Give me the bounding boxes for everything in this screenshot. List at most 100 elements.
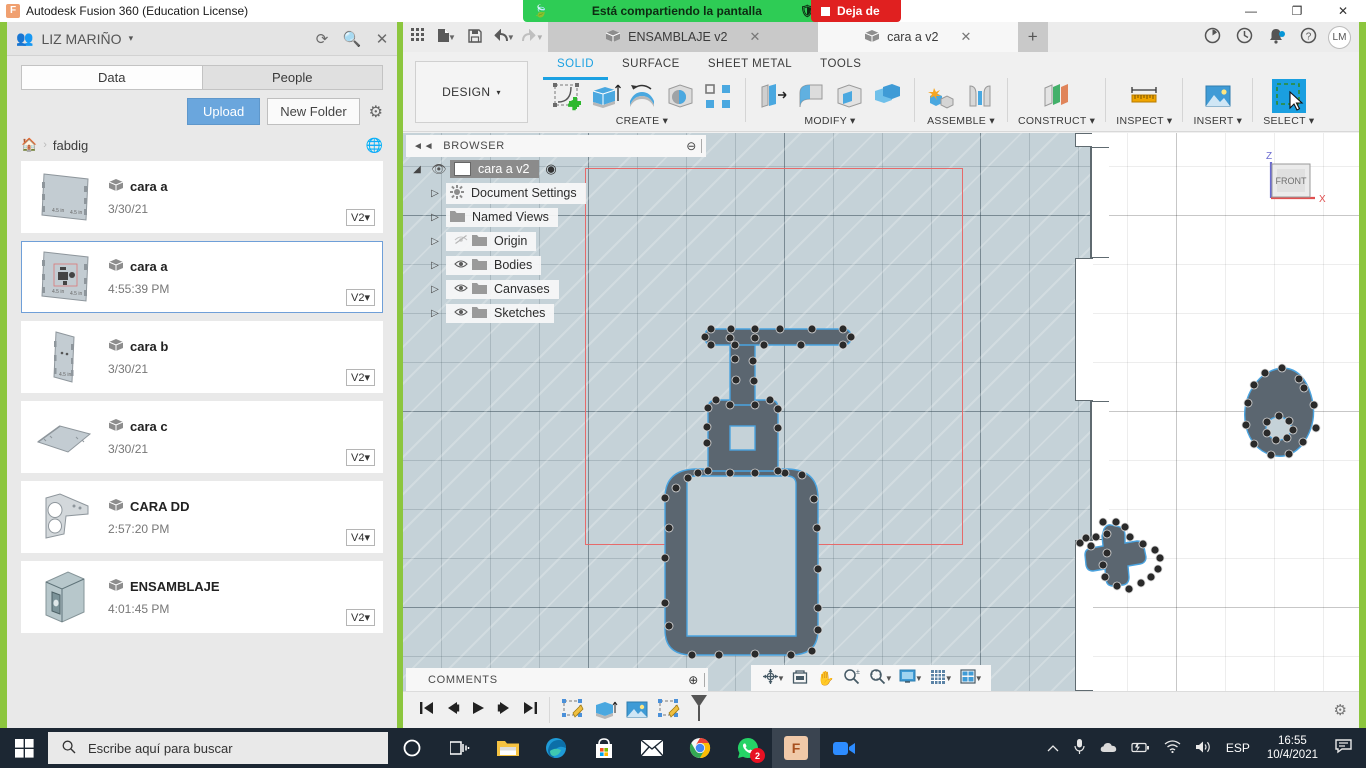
workspace-switcher-button[interactable]: DESIGN ▾	[415, 61, 528, 123]
refresh-icon[interactable]: ⟳	[307, 30, 337, 48]
browser-node-row[interactable]: ▷ Document Settings	[406, 181, 706, 205]
task-view-icon[interactable]	[436, 728, 484, 768]
home-icon[interactable]: 🏠	[21, 137, 37, 153]
gear-icon[interactable]: ⚙	[369, 102, 383, 122]
doc-tab-cara-a[interactable]: cara a v2 ✕	[817, 22, 1018, 52]
revolve-icon[interactable]	[625, 79, 659, 113]
comments-panel[interactable]: COMMENTS ⊕	[406, 668, 708, 691]
chevron-down-icon[interactable]: ▾	[129, 33, 134, 44]
visibility-eye-icon[interactable]	[450, 258, 472, 272]
timeline-next-icon[interactable]	[491, 701, 517, 719]
ribbon-group-assemble-label[interactable]: ASSEMBLE ▾	[927, 115, 995, 127]
new-file-caret-icon[interactable]: ▼	[448, 33, 456, 42]
whatsapp-icon[interactable]: 2	[724, 728, 772, 768]
microsoft-store-icon[interactable]	[580, 728, 628, 768]
version-badge[interactable]: V4▾	[346, 529, 375, 546]
view-cube[interactable]: Z X FRONT	[1263, 148, 1329, 208]
file-card[interactable]: 4.5 in cara b 3/30/21 V2▾	[21, 321, 383, 393]
maximize-button[interactable]: ❐	[1274, 0, 1320, 22]
help-icon[interactable]: ?	[1292, 27, 1324, 48]
visibility-eye-icon[interactable]	[450, 282, 472, 296]
file-card[interactable]: 4.5 in 4.5 in cara a 3/30/21 V2▾	[21, 161, 383, 233]
tab-tools[interactable]: TOOLS	[806, 52, 875, 80]
tab-data[interactable]: Data	[21, 65, 202, 90]
version-badge[interactable]: V2▾	[346, 449, 375, 466]
extrude-icon[interactable]	[587, 79, 621, 113]
globe-icon[interactable]: 🌐	[366, 137, 383, 154]
version-badge[interactable]: V2▾	[346, 609, 375, 626]
notifications-icon[interactable]	[1260, 27, 1292, 48]
minimize-icon[interactable]: ⊖	[686, 139, 697, 153]
undo-caret-icon[interactable]: ▼	[507, 33, 515, 42]
timeline-marker[interactable]	[688, 694, 710, 727]
doc-tab-ensamblaje[interactable]: ENSAMBLAJE v2 ✕	[547, 22, 818, 52]
file-card[interactable]: 4.5 in 4.5 in cara a 4:55:39 PM V2▾	[21, 241, 383, 313]
windows-start-icon[interactable]	[0, 728, 48, 768]
mail-icon[interactable]	[628, 728, 676, 768]
timeline-end-icon[interactable]	[517, 701, 543, 719]
timeline-play-icon[interactable]	[465, 701, 491, 719]
ribbon-group-create-label[interactable]: CREATE ▾	[616, 115, 668, 127]
orbit-caret-icon[interactable]: ▼	[777, 674, 785, 683]
expand-arrow-icon[interactable]: ▷	[424, 212, 446, 223]
panel-grip[interactable]	[701, 139, 702, 153]
insert-canvas-icon[interactable]	[1201, 79, 1235, 113]
ribbon-group-modify-label[interactable]: MODIFY ▾	[804, 115, 855, 127]
version-badge[interactable]: V2▾	[346, 209, 375, 226]
canvas-feature-icon[interactable]	[624, 698, 652, 722]
sketch-feature-icon[interactable]	[560, 698, 588, 722]
breadcrumb-folder[interactable]: fabdig	[53, 138, 88, 153]
grid-caret-icon[interactable]: ▼	[945, 674, 953, 683]
wifi-icon[interactable]	[1157, 740, 1188, 756]
doc-tab-close-icon[interactable]: ✕	[961, 29, 972, 45]
ribbon-group-inspect-label[interactable]: INSPECT ▾	[1116, 115, 1172, 127]
viewports-caret-icon[interactable]: ▼	[975, 674, 983, 683]
search-input[interactable]: Escribe aquí para buscar	[48, 732, 388, 764]
clock[interactable]: 16:55 10/4/2021	[1257, 734, 1328, 762]
gear-icon[interactable]: ⚙	[1334, 701, 1347, 719]
file-card[interactable]: ENSAMBLAJE 4:01:45 PM V2▾	[21, 561, 383, 633]
upload-button[interactable]: Upload	[186, 98, 261, 125]
ribbon-group-select-label[interactable]: SELECT ▾	[1263, 115, 1314, 127]
tab-solid[interactable]: SOLID	[543, 52, 609, 80]
onedrive-icon[interactable]	[1093, 741, 1124, 756]
expand-arrow-icon[interactable]: ◢	[406, 164, 428, 175]
cortana-icon[interactable]	[388, 728, 436, 768]
create-sketch-icon[interactable]	[549, 79, 583, 113]
combine-icon[interactable]	[870, 79, 904, 113]
app-grid-icon[interactable]	[403, 28, 433, 46]
pattern-icon[interactable]	[701, 79, 735, 113]
browser-root-row[interactable]: ◢ 👁 cara a v2 ◉	[406, 157, 706, 181]
offset-plane-icon[interactable]	[1040, 79, 1074, 113]
browser-node-row[interactable]: ▷ Origin	[406, 229, 706, 253]
display-caret-icon[interactable]: ▼	[915, 674, 923, 683]
sketch2-feature-icon[interactable]	[656, 698, 684, 722]
version-badge[interactable]: V2▾	[346, 369, 375, 386]
search-icon[interactable]: 🔍	[337, 30, 367, 48]
new-component-icon[interactable]	[925, 79, 959, 113]
visibility-eye-icon[interactable]: 👁	[428, 162, 450, 176]
expand-arrow-icon[interactable]: ▷	[424, 284, 446, 295]
avatar[interactable]: LM	[1328, 25, 1351, 49]
doc-tab-close-icon[interactable]: ✕	[749, 29, 760, 45]
zoom-icon[interactable]	[820, 728, 868, 768]
look-at-icon[interactable]	[787, 669, 813, 688]
shell-icon[interactable]	[832, 79, 866, 113]
volume-icon[interactable]	[1188, 740, 1219, 757]
panel-grip[interactable]	[704, 673, 705, 687]
stop-sharing-button[interactable]: Deja de	[811, 0, 901, 22]
fit-caret-icon[interactable]: ▼	[885, 674, 893, 683]
save-icon[interactable]	[460, 28, 490, 46]
file-card[interactable]: CARA DD 2:57:20 PM V4▾	[21, 481, 383, 553]
fusion360-icon[interactable]: F	[772, 728, 820, 768]
edge-icon[interactable]	[532, 728, 580, 768]
tab-surface[interactable]: SURFACE	[608, 52, 694, 80]
measure-icon[interactable]	[1127, 79, 1161, 113]
collapse-left-icon[interactable]: ◄◄	[413, 141, 434, 152]
press-pull-icon[interactable]	[756, 79, 790, 113]
add-comment-icon[interactable]: ⊕	[688, 673, 699, 687]
battery-icon[interactable]	[1124, 741, 1157, 756]
close-panel-icon[interactable]: ✕	[367, 30, 397, 48]
design-canvas[interactable]: ◄◄ BROWSER ⊖ ◢ 👁 cara a v2 ◉ ▷ Document …	[403, 133, 1359, 691]
fillet-icon[interactable]	[794, 79, 828, 113]
